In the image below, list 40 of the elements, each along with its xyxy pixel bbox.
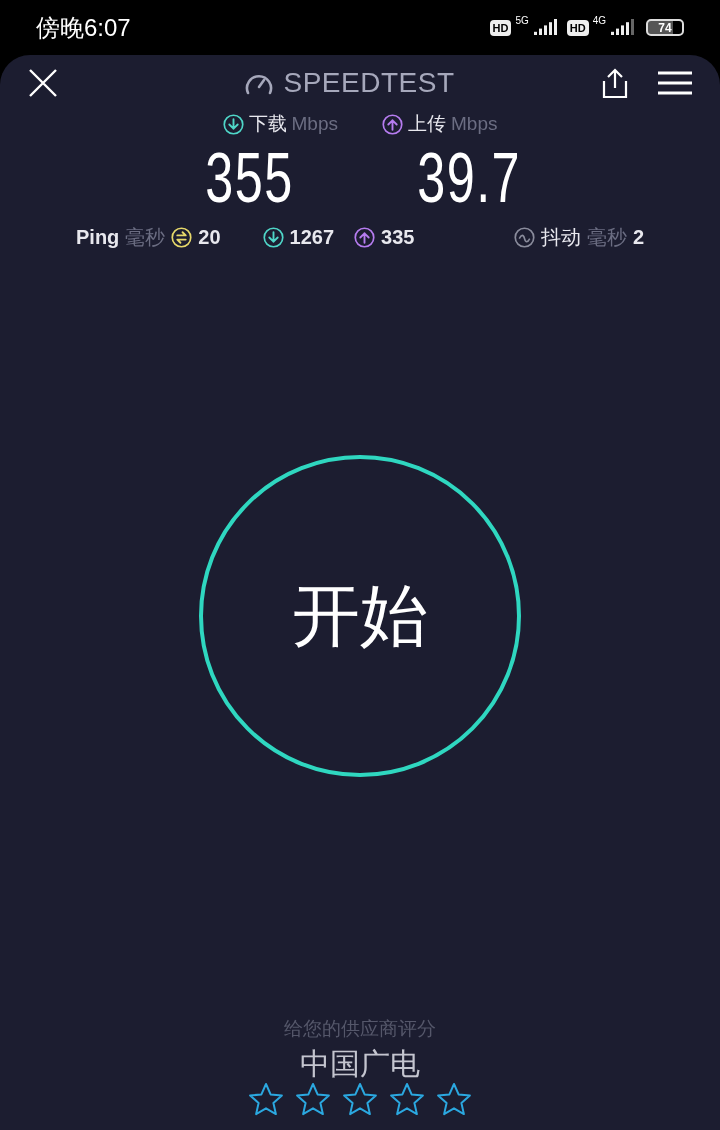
star-icon[interactable] (295, 1082, 331, 1116)
network-type: 4G (592, 14, 606, 26)
unit-label: 毫秒 (586, 224, 627, 250)
rating-prompt: 给您的供应商评分 (284, 1017, 436, 1040)
unit-label: Mbps (291, 113, 338, 135)
menu-icon[interactable] (658, 70, 692, 96)
result-label: 上传 (408, 112, 446, 136)
star-icon[interactable] (342, 1082, 378, 1116)
hd-badge: HD (489, 19, 512, 36)
unit-label: 毫秒 (125, 224, 166, 250)
start-button[interactable]: 开始 (199, 455, 521, 777)
result-label: 下载 (248, 112, 287, 136)
ping-value: 20 (198, 225, 221, 249)
star-icon[interactable] (248, 1082, 284, 1116)
signal-icon (532, 18, 559, 37)
share-icon[interactable] (600, 67, 630, 99)
provider-name: 中国广电 (300, 1046, 420, 1080)
speed-value: 355 (205, 138, 295, 218)
download-icon (262, 226, 284, 248)
jitter-label: 抖动 (540, 224, 581, 250)
star-icon[interactable] (389, 1082, 425, 1116)
unit-label: Mbps (451, 113, 498, 135)
star-icon[interactable] (436, 1082, 472, 1116)
hd-badge: HD (566, 19, 589, 36)
signal-icon (610, 18, 636, 37)
jitter-icon (513, 226, 535, 248)
speed-value: 39.7 (417, 138, 522, 218)
upload-latency: 335 (381, 225, 415, 249)
ping-label: Ping (76, 225, 120, 249)
download-icon (222, 113, 244, 135)
jitter-value: 2 (632, 225, 644, 249)
battery-level: 74 (646, 19, 684, 36)
network-type: 5G (515, 14, 529, 26)
close-icon[interactable] (28, 68, 58, 98)
app-title: SPEEDTEST (283, 67, 455, 99)
upload-icon (354, 226, 376, 248)
ping-icon (171, 226, 193, 248)
status-time: 傍晚6:07 (36, 12, 132, 43)
upload-icon (382, 113, 403, 135)
download-latency: 1267 (289, 225, 335, 249)
